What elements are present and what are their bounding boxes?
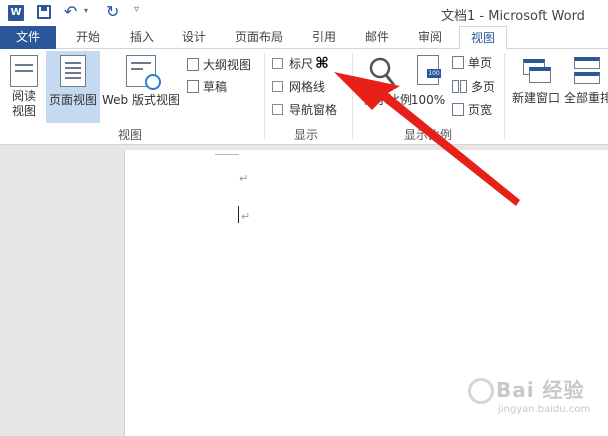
multiple-pages-button[interactable]: 多页 — [452, 79, 495, 95]
show-group-label: 显示 — [294, 128, 319, 142]
tab-review[interactable]: 审阅 — [406, 26, 454, 49]
ribbon-view: 阅读 视图 页面视图 Web 版式视图 大纲视图 草稿 视图 标尺 ⌘ 网格线 导… — [0, 49, 608, 145]
zoom-100-label: 100% — [410, 93, 446, 107]
one-page-label: 单页 — [468, 56, 493, 70]
multiple-pages-icon — [452, 80, 459, 93]
title-bar: W ↶ ▾ ↻ ▿ 文档1 - Microsoft Word — [0, 0, 608, 26]
outline-label: 大纲视图 — [203, 58, 252, 72]
ruler-check-box[interactable] — [272, 58, 283, 69]
gridlines-label: 网格线 — [289, 80, 326, 94]
ribbon-tabs: 文件 开始 插入 设计 页面布局 引用 邮件 审阅 视图 — [0, 26, 608, 50]
navigation-pane-label: 导航窗格 — [289, 103, 338, 117]
print-layout-button[interactable]: 页面视图 — [46, 51, 100, 123]
page-icon — [60, 55, 86, 87]
multiple-pages-label: 多页 — [471, 80, 496, 94]
web-layout-button[interactable]: Web 版式视图 — [100, 51, 182, 123]
tab-home[interactable]: 开始 — [62, 26, 114, 49]
paragraph-mark: ↵ — [239, 172, 249, 185]
undo-dropdown-icon[interactable]: ▾ — [84, 6, 88, 15]
paragraph-mark: ↵ — [241, 210, 251, 223]
tab-mailings[interactable]: 邮件 — [353, 26, 401, 49]
book-icon — [10, 55, 38, 87]
new-window-label: 新建窗口 — [511, 91, 560, 105]
new-window-button[interactable]: 新建窗口 — [510, 51, 562, 123]
page-width-button[interactable]: 页宽 — [452, 102, 492, 118]
margin-marker — [215, 154, 239, 155]
command-icon: ⌘ — [315, 54, 329, 72]
zoom-button[interactable]: 显示比例 — [358, 51, 413, 123]
save-icon[interactable] — [37, 5, 51, 19]
window-title: 文档1 - Microsoft Word — [441, 9, 585, 24]
page-width-icon — [452, 103, 464, 116]
text-cursor — [238, 206, 239, 223]
navigation-pane-check-box[interactable] — [272, 104, 283, 115]
read-mode-label: 阅读 视图 — [11, 89, 36, 118]
ruler-checkbox[interactable]: 标尺 ⌘ — [272, 55, 329, 72]
read-mode-button[interactable]: 阅读 视图 — [4, 51, 44, 121]
tab-design[interactable]: 设计 — [170, 26, 218, 49]
one-page-button[interactable]: 单页 — [452, 55, 492, 71]
gridlines-check-box[interactable] — [272, 81, 283, 92]
gridlines-checkbox[interactable]: 网格线 — [272, 79, 325, 95]
baidu-paw-icon — [468, 378, 494, 404]
outline-button[interactable]: 大纲视图 — [187, 57, 251, 73]
group-separator — [504, 53, 505, 139]
word-logo-icon: W — [8, 5, 24, 21]
page-100-icon: 100 — [417, 55, 441, 85]
watermark: Bai 经验 jingyan.baidu.com — [468, 374, 598, 424]
multiple-pages-icon — [460, 80, 467, 93]
page-width-label: 页宽 — [468, 103, 493, 117]
arrange-all-button[interactable]: 全部重排 — [564, 51, 608, 123]
tab-insert[interactable]: 插入 — [118, 26, 166, 49]
undo-icon[interactable]: ↶ — [64, 2, 77, 21]
new-window-icon — [521, 55, 551, 87]
web-page-icon — [126, 55, 161, 90]
tab-references[interactable]: 引用 — [300, 26, 348, 49]
views-group-label: 视图 — [118, 128, 143, 142]
watermark-text: Bai 经验 — [496, 378, 585, 402]
draft-button[interactable]: 草稿 — [187, 79, 227, 95]
draft-label: 草稿 — [203, 80, 228, 94]
navigation-pane-checkbox[interactable]: 导航窗格 — [272, 102, 337, 118]
ruler-label: 标尺 — [289, 57, 314, 71]
group-separator — [352, 53, 353, 139]
zoom-label: 显示比例 — [364, 93, 413, 107]
group-separator — [264, 53, 265, 139]
tab-view[interactable]: 视图 — [459, 26, 507, 50]
web-layout-label: Web 版式视图 — [102, 93, 180, 107]
arrange-all-label: 全部重排 — [564, 91, 608, 105]
tab-page-layout[interactable]: 页面布局 — [226, 26, 292, 49]
print-layout-label: 页面视图 — [48, 93, 97, 107]
magnifier-icon — [369, 57, 396, 86]
outline-icon — [187, 58, 199, 71]
zoom-100-button[interactable]: 100 100% — [410, 51, 446, 123]
watermark-url: jingyan.baidu.com — [498, 404, 591, 415]
customize-quick-access-icon[interactable]: ▿ — [134, 4, 139, 15]
zoom-group-label: 显示比例 — [404, 128, 453, 142]
redo-icon[interactable]: ↻ — [106, 2, 119, 21]
one-page-icon — [452, 56, 464, 69]
draft-icon — [187, 80, 199, 93]
arrange-all-icon — [572, 55, 602, 87]
tab-file[interactable]: 文件 — [0, 26, 56, 49]
